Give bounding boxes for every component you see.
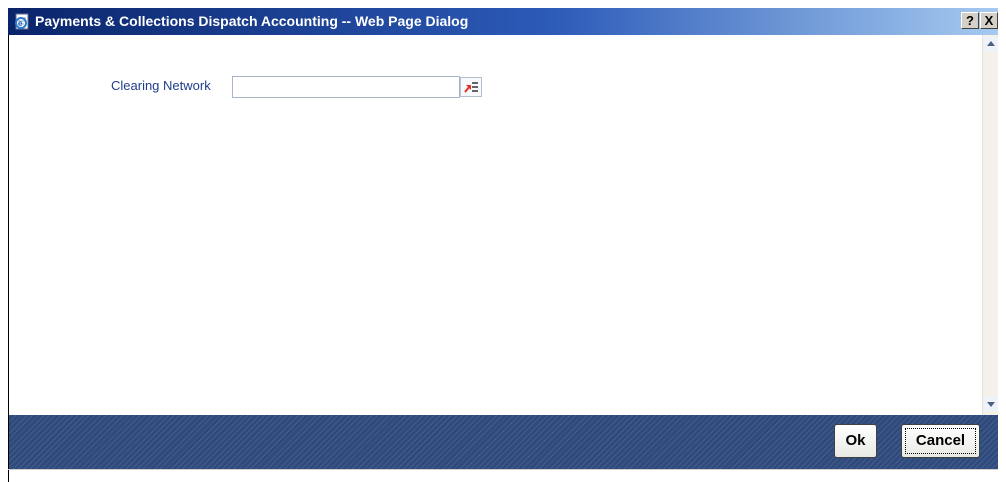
ok-button[interactable]: Ok	[834, 424, 877, 458]
clearing-network-input[interactable]	[232, 76, 460, 98]
cancel-button[interactable]: Cancel	[901, 424, 980, 458]
scroll-up-arrow-icon[interactable]	[984, 37, 998, 51]
clearing-network-label: Clearing Network	[111, 78, 211, 93]
window-left-edge	[8, 35, 9, 482]
dialog-content: Clearing Network	[8, 35, 982, 415]
dialog-window: e Payments & Collections Dispatch Accoun…	[0, 0, 1006, 482]
ie-page-icon: e	[15, 13, 29, 30]
window-title: Payments & Collections Dispatch Accounti…	[35, 13, 469, 29]
title-bar[interactable]: e Payments & Collections Dispatch Accoun…	[8, 8, 998, 35]
svg-text:e: e	[18, 19, 23, 28]
clearing-network-lov-button[interactable]	[460, 77, 482, 97]
help-icon: ?	[966, 13, 974, 28]
vertical-scrollbar[interactable]	[982, 35, 998, 415]
close-button[interactable]: X	[980, 12, 998, 29]
help-button[interactable]: ?	[961, 12, 979, 29]
cancel-button-label: Cancel	[915, 432, 966, 449]
list-of-values-icon	[464, 82, 478, 93]
scroll-down-arrow-icon[interactable]	[984, 397, 998, 411]
close-icon: X	[984, 13, 994, 28]
dialog-footer: Ok Cancel	[8, 415, 998, 469]
window-bottom-edge	[8, 469, 998, 470]
